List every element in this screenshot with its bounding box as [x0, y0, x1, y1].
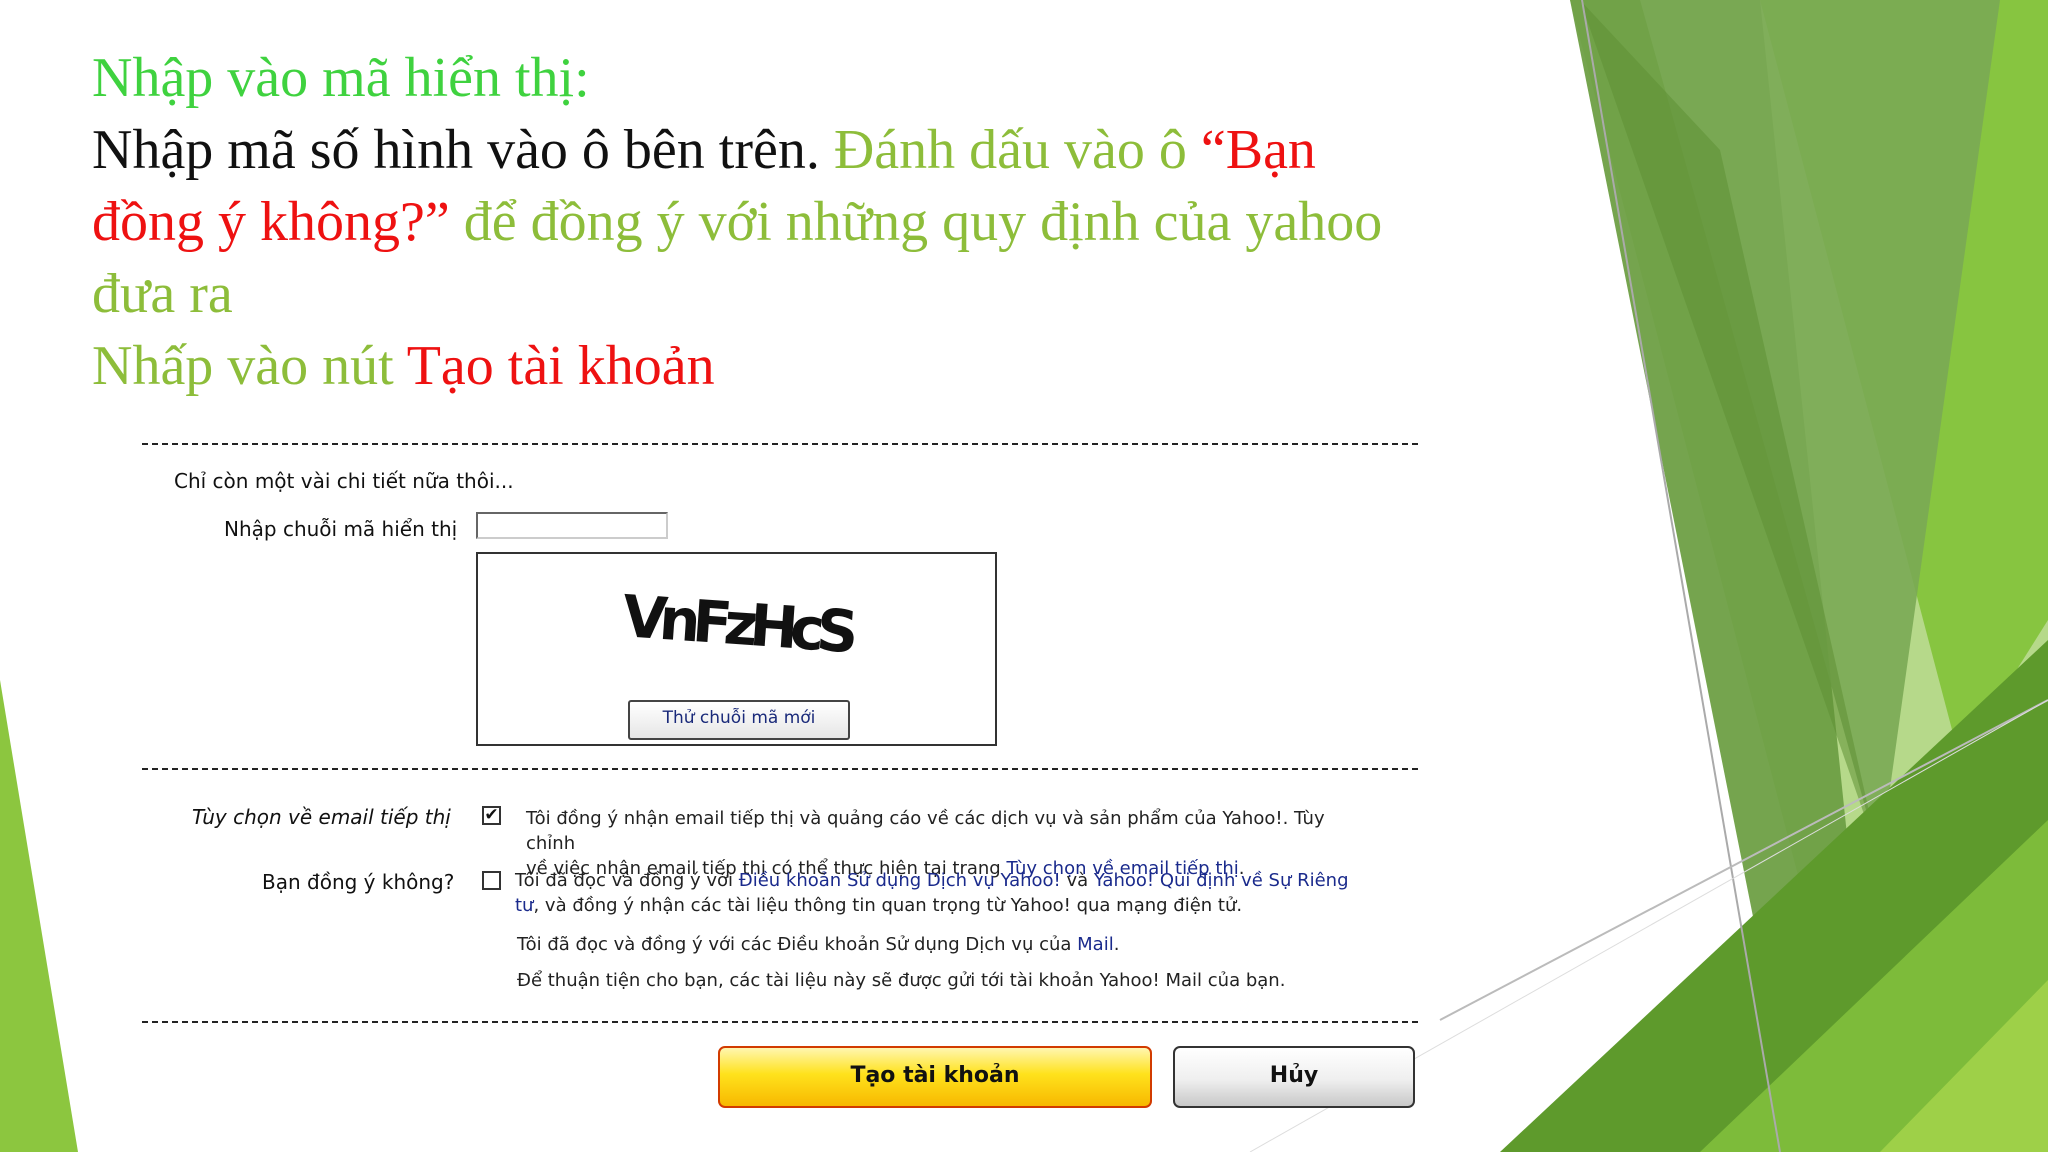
- mail-terms-end: .: [1113, 934, 1120, 955]
- privacy-link-cont[interactable]: tư: [515, 895, 533, 916]
- privacy-link[interactable]: Yahoo! Qui định về Sự Riêng: [1094, 870, 1349, 891]
- captcha-image-text: VnFzHcS: [620, 584, 856, 666]
- mail-note: Để thuận tiện cho bạn, các tài liệu này …: [517, 970, 1286, 991]
- agree-text-2: , và đồng ý nhận các tài liệu thông tin …: [533, 895, 1243, 916]
- agree-label: Bạn đồng ý không?: [262, 870, 455, 894]
- agree-text-1: Tôi đã đọc và đồng ý với: [515, 870, 739, 891]
- marketing-text-1: Tôi đồng ý nhận email tiếp thị và quảng …: [526, 808, 1325, 854]
- marketing-checkbox[interactable]: ✔: [482, 806, 501, 825]
- marketing-label: Tùy chọn về email tiếp thị: [192, 805, 451, 829]
- new-captcha-button[interactable]: Thử chuỗi mã mới: [628, 700, 850, 740]
- agree-text-and: và: [1060, 870, 1094, 891]
- agree-text: Tôi đã đọc và đồng ý với Điều khoản Sử d…: [515, 868, 1355, 918]
- mail-terms-text: Tôi đã đọc và đồng ý với các Điều khoản …: [517, 932, 1119, 957]
- captcha-image: VnFzHcS: [620, 584, 856, 666]
- divider-top: [142, 443, 1418, 445]
- mail-terms-text-1: Tôi đã đọc và đồng ý với các Điều khoản …: [517, 934, 1078, 955]
- divider-middle: [142, 768, 1418, 770]
- cancel-button[interactable]: Hủy: [1173, 1046, 1415, 1108]
- create-account-button[interactable]: Tạo tài khoản: [718, 1046, 1152, 1108]
- terms-link[interactable]: Điều khoản Sử dụng Dịch vụ Yahoo!: [739, 870, 1061, 891]
- agree-checkbox[interactable]: [482, 871, 501, 890]
- captcha-box: VnFzHcS Thử chuỗi mã mới: [476, 552, 997, 746]
- divider-bottom: [142, 1021, 1418, 1023]
- captcha-label: Nhập chuỗi mã hiển thị: [224, 517, 458, 541]
- captcha-input[interactable]: [476, 512, 668, 539]
- registration-form-screenshot: Chỉ còn một vài chi tiết nữa thôi... Nhậ…: [0, 0, 2048, 1152]
- form-intro: Chỉ còn một vài chi tiết nữa thôi...: [174, 469, 514, 493]
- mail-link[interactable]: Mail: [1077, 934, 1114, 955]
